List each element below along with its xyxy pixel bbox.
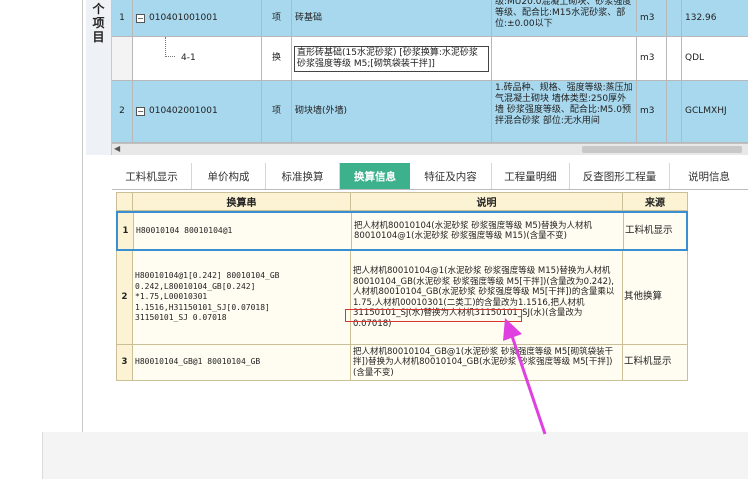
row-unit: m3 xyxy=(637,0,667,36)
row-name-cell[interactable]: 直形砖基础(15水泥砂浆) [砂浆换算:水泥砂浆 砂浆强度等级 M5;[砌筑袋装… xyxy=(292,37,492,80)
row-code-cell: 4-1 xyxy=(133,37,262,80)
tab-quantity-detail[interactable]: 工程量明细 xyxy=(492,163,570,189)
row-quantity: GCLMXHJ xyxy=(685,106,727,116)
left-margin xyxy=(0,0,83,432)
row-description: 把人材机80010104_GB@1(水泥砂浆 砂浆强度等级 M5[砌筑袋装干拌]… xyxy=(351,345,623,380)
project-side-label: 个 项 目 xyxy=(86,0,112,155)
row-source: 工料机显示 xyxy=(625,224,673,236)
bottom-empty-area xyxy=(0,432,748,479)
row-name: 砖基础 xyxy=(292,0,492,36)
row-index: 2 xyxy=(117,251,133,344)
scroll-left-icon[interactable]: ◀ xyxy=(114,144,120,153)
row-string: H80010104 80010104@1 xyxy=(134,213,352,249)
grid-row-sub[interactable]: 4-1 换 直形砖基础(15水泥砂浆) [砂浆换算:水泥砂浆 砂浆强度等级 M5… xyxy=(112,37,748,81)
screen: 个 项 目 1 − 010401001001 项 砖基础 级:MU20.0混凝土… xyxy=(0,0,748,479)
row-quantity: QDL xyxy=(685,53,705,63)
row-description xyxy=(492,37,637,80)
row-type: 换 xyxy=(262,37,292,80)
row-index: 1 xyxy=(118,213,134,249)
row-index: 1 xyxy=(112,0,133,36)
row-type: 项 xyxy=(262,0,292,36)
side-label-char: 个 xyxy=(92,2,105,16)
row-string: H80010104_GB@1 80010104_GB xyxy=(133,345,351,380)
collapse-icon[interactable]: − xyxy=(136,13,145,23)
row-string: H80010104@1[0.242] 80010104_GB 0.242,L80… xyxy=(133,251,351,344)
row-index xyxy=(112,37,133,80)
row-spacer xyxy=(667,0,682,36)
row-description: 级:MU20.0混凝土砌块、砂浆强度等级、配合比:M15水泥砂浆、部位:±0.0… xyxy=(492,0,637,32)
header-index xyxy=(117,193,133,210)
tab-price-composition[interactable]: 单价构成 xyxy=(192,163,266,189)
horizontal-scrollbar[interactable]: ◀ xyxy=(112,143,748,155)
row-index: 2 xyxy=(112,81,133,142)
row-description: 把人材机80010104@1(水泥砂浆 砂浆强度等级 M15)替换为人材机800… xyxy=(351,251,623,344)
side-label-char: 项 xyxy=(92,16,105,30)
tab-features[interactable]: 特征及内容 xyxy=(410,163,492,189)
grid-row-1[interactable]: 1 − 010401001001 项 砖基础 级:MU20.0混凝土砌块、砂浆强… xyxy=(112,0,748,37)
collapse-icon[interactable]: − xyxy=(136,107,145,116)
row-type: 项 xyxy=(262,81,292,142)
row-index: 3 xyxy=(117,345,133,380)
bottom-left-panel xyxy=(0,432,43,479)
bill-item-grid: 1 − 010401001001 项 砖基础 级:MU20.0混凝土砌块、砂浆强… xyxy=(112,0,748,155)
scrollbar-thumb[interactable] xyxy=(582,146,742,153)
row-code-cell: − 010402001001 xyxy=(133,81,262,142)
row-source: 其他换算 xyxy=(624,291,663,303)
tab-notes[interactable]: 说明信息 xyxy=(670,163,748,189)
table-row[interactable]: 2 H80010104@1[0.242] 80010104_GB 0.242,L… xyxy=(116,251,688,345)
row-name: 直形砖基础(15水泥砂浆) [砂浆换算:水泥砂浆 砂浆强度等级 M5;[砌筑袋装… xyxy=(294,45,489,72)
row-source: 工料机显示 xyxy=(624,356,672,368)
header-string[interactable]: 换算串 xyxy=(133,193,351,210)
tree-connector xyxy=(165,37,175,57)
row-quantity: 132.96 xyxy=(685,12,717,23)
row-code: 010402001001 xyxy=(149,106,218,116)
row-code: 010401001001 xyxy=(149,12,218,23)
tab-standard-conversion[interactable]: 标准换算 xyxy=(266,163,340,189)
row-description: 1.砖品种、规格、强度等级:蒸压加气混凝土砌块 墙体类型:250厚外墙 砂浆强度… xyxy=(492,81,637,142)
header-source[interactable]: 来源 xyxy=(623,193,687,210)
row-unit: m3 xyxy=(637,81,667,142)
side-label-char: 目 xyxy=(92,30,105,44)
detail-tabs: 工料机显示 单价构成 标准换算 换算信息 特征及内容 工程量明细 反查图形工程量… xyxy=(112,163,748,190)
table-row[interactable]: 3 H80010104_GB@1 80010104_GB 把人材机8001010… xyxy=(116,345,688,381)
header-description[interactable]: 说明 xyxy=(351,193,623,210)
table-row[interactable]: 1 H80010104 80010104@1 把人材机80010104(水泥砂浆… xyxy=(116,211,688,251)
row-unit: m3 xyxy=(637,37,667,80)
row-name: 砌块墙(外墙) xyxy=(292,81,492,142)
row-spacer xyxy=(667,37,682,80)
tab-material-display[interactable]: 工料机显示 xyxy=(112,163,192,189)
row-spacer xyxy=(667,81,682,142)
tab-conversion-info[interactable]: 换算信息 xyxy=(340,163,410,189)
row-description: 把人材机80010104(水泥砂浆 砂浆强度等级 M5)替换为人材机800101… xyxy=(352,213,624,249)
table-header: 换算串 说明 来源 xyxy=(116,192,688,211)
tab-reverse-lookup[interactable]: 反查图形工程量 xyxy=(570,163,670,189)
grid-row-2[interactable]: 2 − 010402001001 项 砌块墙(外墙) 1.砖品种、规格、强度等级… xyxy=(112,81,748,143)
row-code: 4-1 xyxy=(181,53,196,63)
row-code-cell: − 010401001001 xyxy=(133,0,262,36)
